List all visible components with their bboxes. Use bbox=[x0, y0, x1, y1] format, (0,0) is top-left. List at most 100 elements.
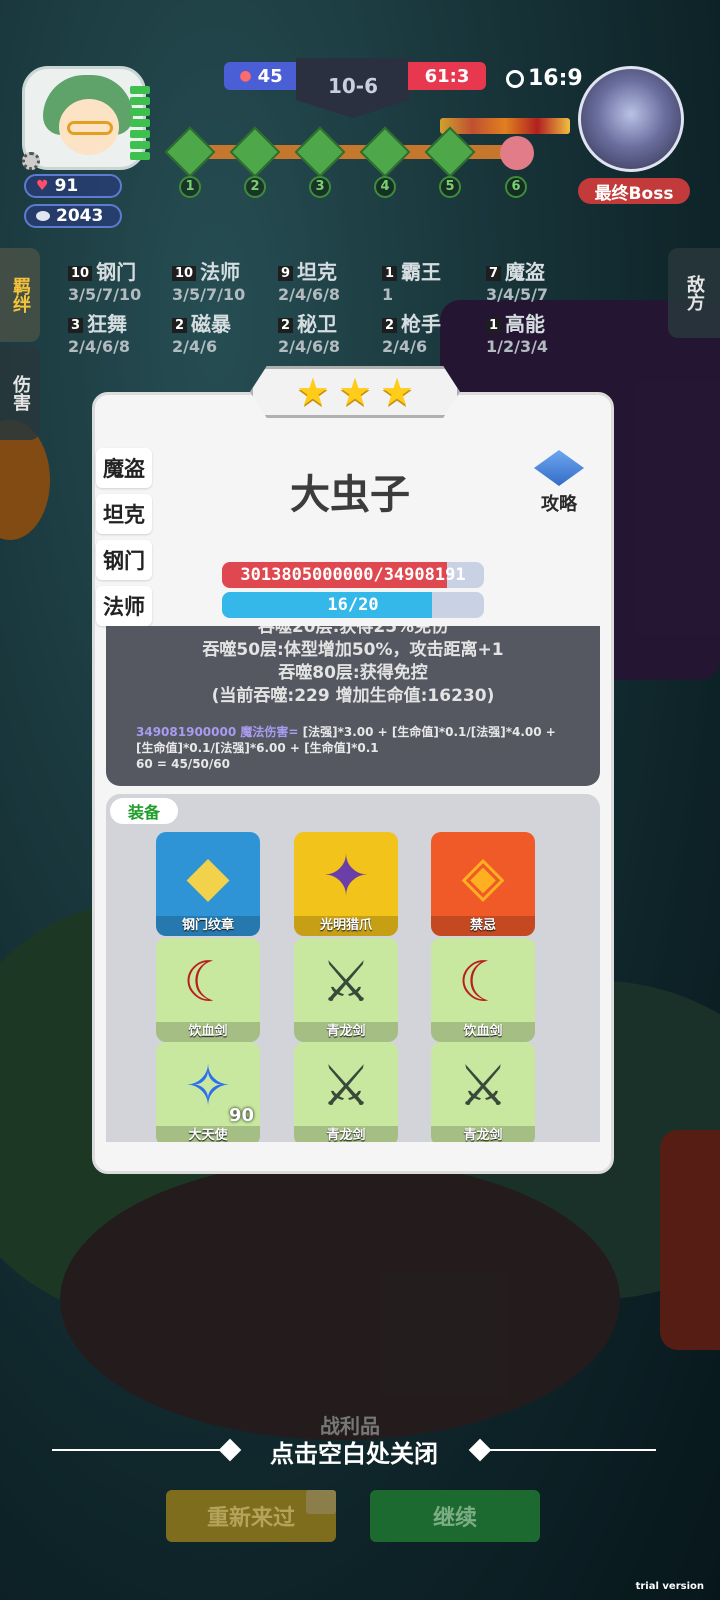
trait-tab[interactable]: 坦克 bbox=[96, 494, 152, 534]
bond-name: 狂舞 bbox=[87, 312, 128, 336]
tab-damage[interactable]: 伤害 bbox=[0, 346, 40, 440]
hint-line bbox=[52, 1449, 222, 1451]
boss-buff-icons bbox=[440, 118, 570, 134]
stage-number: 4 bbox=[374, 176, 396, 198]
equipment-slot[interactable]: ⚔ 青龙剑 bbox=[431, 1042, 535, 1142]
damage-formula: 349081900000 魔法伤害= [法强]*3.00 + [生命值]*0.1… bbox=[136, 724, 570, 772]
stage-number: 5 bbox=[439, 176, 461, 198]
trait-tab[interactable]: 钢门 bbox=[96, 540, 152, 580]
guide-button[interactable]: 攻略 bbox=[526, 450, 592, 524]
round-indicator: 10-6 bbox=[296, 58, 410, 118]
equipment-slot[interactable]: ◆ 钢门纹章 bbox=[156, 832, 260, 936]
equipment-slot[interactable]: ⚔ 青龙剑 bbox=[294, 938, 398, 1042]
hp-value: 91 bbox=[54, 176, 79, 196]
hero-name: 大虫子 bbox=[290, 472, 410, 518]
skill-line: 吞噬50层:体型增加50%，攻击距离+1 bbox=[202, 640, 504, 660]
skill-line: 吞噬80层:获得免控 bbox=[278, 663, 428, 683]
hero-mana-bar: 16/20 bbox=[222, 592, 484, 618]
bond-item[interactable]: 7 魔盗 3/4/5/7 bbox=[486, 256, 586, 304]
skill-line: 吞噬20层:获得25%免伤 bbox=[257, 626, 449, 637]
bond-count: 10 bbox=[172, 266, 197, 281]
bond-item[interactable]: 2 枪手 2/4/6 bbox=[382, 308, 482, 356]
stage-number: 1 bbox=[179, 176, 201, 198]
boss-avatar[interactable] bbox=[578, 66, 684, 172]
claw-icon: ✦ bbox=[322, 844, 370, 909]
bond-item[interactable]: 10 钢门 3/5/7/10 bbox=[68, 256, 168, 304]
equipment-panel: 装备 ◆ 钢门纹章 ✦ 光明猎爪 ◈ 禁忌 ☾ 饮血剑 ⚔ 青龙剑 ☾ 饮血剑 ✧ 90 大天使 ⚔ 青龙剑 ⚔ 青… bbox=[106, 794, 600, 1142]
stage-number: 2 bbox=[244, 176, 266, 198]
equipment-slot[interactable]: ⚔ 青龙剑 bbox=[294, 1042, 398, 1142]
equipment-slot[interactable]: ✧ 90 大天使 bbox=[156, 1042, 260, 1142]
close-hint-text: 点击空白处关闭 bbox=[270, 1440, 438, 1468]
equipment-slot[interactable]: ☾ 饮血剑 bbox=[431, 938, 535, 1042]
top-hud: ♥ 91 2043 ● 45 10-6 61:3 16:9 最终Boss 1 2… bbox=[0, 0, 720, 240]
equipment-slot[interactable]: ☾ 饮血剑 bbox=[156, 938, 260, 1042]
bond-count: 3 bbox=[68, 318, 84, 333]
bond-name: 法师 bbox=[200, 260, 241, 284]
bond-name: 坦克 bbox=[297, 260, 338, 284]
star-rating: ★ ★ ★ bbox=[250, 366, 460, 418]
bond-item[interactable]: 10 法师 3/5/7/10 bbox=[172, 256, 272, 304]
bond-count: 10 bbox=[68, 266, 93, 281]
level-bars bbox=[130, 86, 150, 166]
timer-value: 16:9 bbox=[528, 66, 583, 91]
mana-text: 16/20 bbox=[327, 595, 379, 615]
bond-levels: 2/4/6 bbox=[382, 337, 428, 356]
coin-value: 2043 bbox=[56, 206, 104, 226]
tab-enemy[interactable]: 敌方 bbox=[668, 248, 720, 338]
equipment-slot[interactable]: ✦ 光明猎爪 bbox=[294, 832, 398, 936]
enemy-score-value: 61:3 bbox=[424, 65, 470, 87]
bond-levels: 3/5/7/10 bbox=[68, 285, 142, 304]
equipment-name: 禁忌 bbox=[431, 916, 535, 936]
bond-item[interactable]: 3 狂舞 2/4/6/8 bbox=[68, 308, 168, 356]
hint-line bbox=[486, 1449, 656, 1451]
bond-count: 1 bbox=[486, 318, 502, 333]
bond-item[interactable]: 2 秘卫 2/4/6/8 bbox=[278, 308, 378, 356]
bond-levels: 1/2/3/4 bbox=[486, 337, 549, 356]
gear-icon[interactable] bbox=[22, 152, 40, 170]
stage-number: 6 bbox=[505, 176, 527, 198]
scythe-icon: ☾ bbox=[457, 950, 509, 1015]
bond-count: 7 bbox=[486, 266, 502, 281]
bond-item[interactable]: 9 坦克 2/4/6/8 bbox=[278, 256, 378, 304]
trial-version-label: trial version bbox=[635, 1581, 704, 1592]
continue-button[interactable]: 继续 bbox=[370, 1490, 540, 1542]
formula-value: 349081900000 bbox=[136, 725, 237, 739]
equipment-slot[interactable]: ◈ 禁忌 bbox=[431, 832, 535, 936]
stage-node bbox=[164, 126, 216, 178]
boss-label: 最终Boss bbox=[578, 178, 690, 204]
star-icon: ★ bbox=[380, 370, 415, 414]
trait-tab[interactable]: 法师 bbox=[96, 586, 152, 626]
bond-item[interactable]: 1 霸王 1 bbox=[382, 256, 482, 304]
bond-item[interactable]: 1 高能 1/2/3/4 bbox=[486, 308, 586, 356]
bond-item[interactable]: 2 磁暴 2/4/6 bbox=[172, 308, 272, 356]
boss-stage-skull-icon bbox=[500, 136, 534, 170]
tab-bonds[interactable]: 羁绊 bbox=[0, 248, 40, 342]
bond-levels: 3/4/5/7 bbox=[486, 285, 549, 304]
coin-pill: 2043 bbox=[24, 204, 122, 228]
round-timer: 16:9 bbox=[506, 66, 583, 91]
round-value: 10-6 bbox=[327, 74, 379, 98]
bond-count: 9 bbox=[278, 266, 294, 281]
heart-icon: ♥ bbox=[36, 178, 49, 194]
stage-node bbox=[294, 126, 346, 178]
avatar-glasses bbox=[67, 121, 113, 135]
bond-levels: 2/4/6/8 bbox=[68, 337, 131, 356]
bond-name: 魔盗 bbox=[505, 260, 546, 284]
hero-hp-bar: 3013805000000/34908191 bbox=[222, 562, 484, 588]
sword-icon: ⚔ bbox=[457, 1054, 509, 1119]
close-hint: 点击空白处关闭 bbox=[52, 1430, 656, 1470]
equipment-name: 青龙剑 bbox=[294, 1126, 398, 1142]
bond-count: 2 bbox=[382, 318, 398, 333]
coin-icon bbox=[36, 211, 50, 221]
bond-name: 钢门 bbox=[96, 260, 137, 284]
item-badge: 90 bbox=[228, 1105, 254, 1126]
bond-name: 枪手 bbox=[401, 312, 442, 336]
equipment-name: 钢门纹章 bbox=[156, 916, 260, 936]
equipment-name: 青龙剑 bbox=[431, 1126, 535, 1142]
star-icon: ★ bbox=[337, 370, 373, 414]
trait-tab[interactable]: 魔盗 bbox=[96, 448, 152, 488]
stage-node bbox=[359, 126, 411, 178]
player-avatar[interactable] bbox=[22, 66, 146, 170]
equipment-name: 大天使 bbox=[156, 1126, 260, 1142]
